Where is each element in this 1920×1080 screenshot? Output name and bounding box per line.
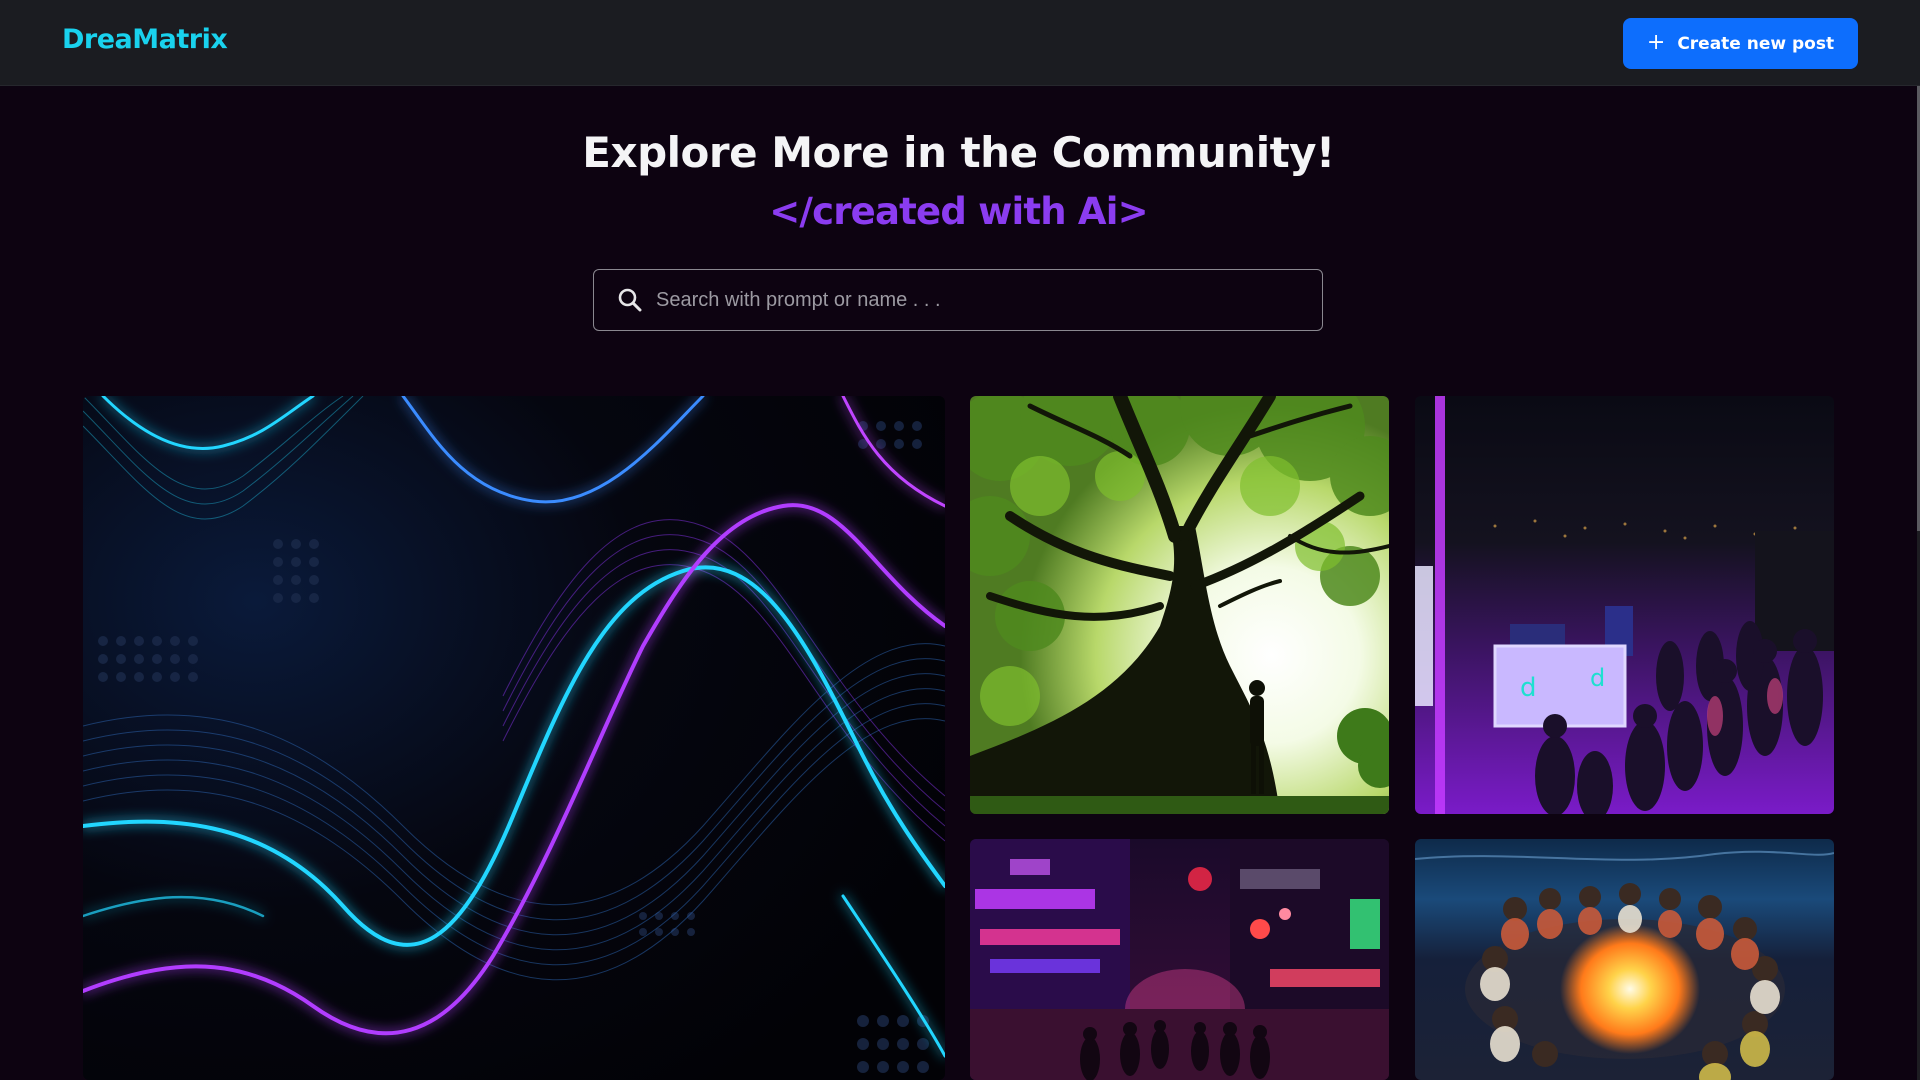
gallery-image-neon-street (970, 839, 1389, 1080)
navbar: DreaMatrix + Create new post (0, 0, 1920, 86)
svg-text:d: d (1590, 664, 1605, 692)
gallery-image-beach-bonfire (1415, 839, 1834, 1080)
create-new-post-label: Create new post (1677, 33, 1835, 54)
page-subtitle: </created with Ai> (769, 190, 1148, 233)
page-title: Explore More in the Community! (582, 128, 1335, 177)
search-icon (618, 288, 642, 312)
gallery-image-rooftop-party: d d (1415, 396, 1834, 814)
search-input[interactable] (656, 270, 1322, 330)
gallery-card-neon-waves[interactable] (83, 396, 945, 1080)
search-bar (593, 269, 1323, 331)
app-logo[interactable]: DreaMatrix (62, 24, 228, 55)
svg-text:d: d (1520, 673, 1537, 703)
gallery-card-rooftop-party[interactable]: d d (1415, 396, 1834, 814)
gallery-image-tree-silhouette (970, 396, 1389, 814)
gallery-card-tree-silhouette[interactable] (970, 396, 1389, 814)
plus-icon: + (1646, 29, 1666, 55)
gallery-card-beach-bonfire[interactable] (1415, 839, 1834, 1080)
gallery-card-neon-street[interactable] (970, 839, 1389, 1080)
gallery-image-neon-waves (83, 396, 945, 1080)
create-new-post-button[interactable]: + Create new post (1623, 18, 1858, 69)
